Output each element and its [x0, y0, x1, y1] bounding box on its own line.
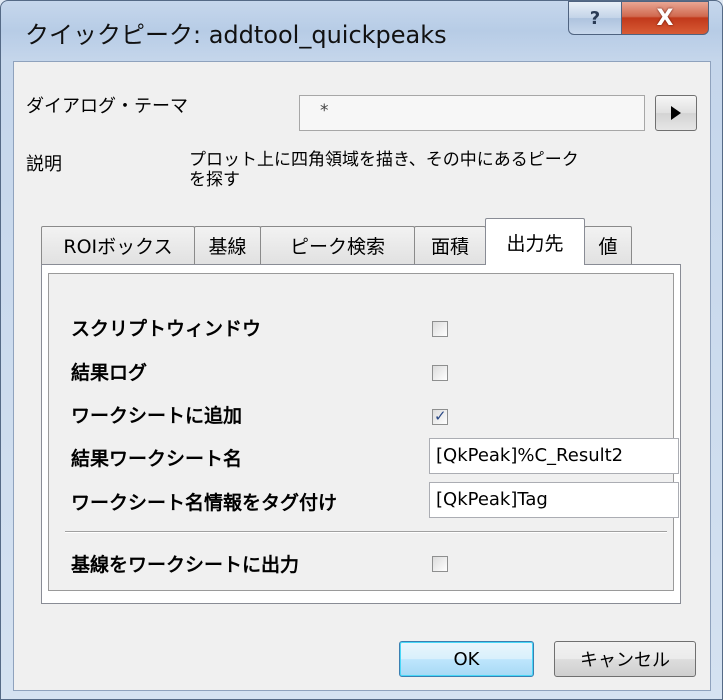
tab-peak-find[interactable]: ピーク検索: [260, 226, 415, 264]
title-bar[interactable]: クイックピーク: addtool_quickpeaks ? X: [1, 1, 722, 61]
script-window-label: スクリプトウィンドウ: [71, 318, 262, 340]
baseline-to-sheet-label: 基線をワークシートに出力: [71, 554, 300, 576]
tab-roi-box[interactable]: ROIボックス: [41, 226, 195, 264]
separator: [65, 531, 667, 533]
output-tab-panel: スクリプトウィンドウ 結果ログ ワークシートに追加 ✓ 結果ワークシート名 [Q…: [41, 264, 681, 604]
check-icon: ✓: [434, 407, 447, 425]
add-to-worksheet-checkbox[interactable]: ✓: [432, 407, 448, 425]
description-line: プロット上に四角領域を描き、その中にあるピーク: [189, 150, 579, 170]
description-text: プロット上に四角領域を描き、その中にあるピーク を探す: [189, 150, 701, 190]
close-icon: X: [656, 5, 674, 31]
tag-sheet-info-label: ワークシート名情報をタグ付け: [71, 492, 338, 514]
tag-sheet-info-field[interactable]: [QkPeak]Tag: [429, 482, 679, 518]
play-arrow-icon: [671, 106, 681, 120]
result-sheet-name-label: 結果ワークシート名: [71, 448, 243, 470]
add-to-worksheet-label: ワークシートに追加: [71, 405, 243, 427]
results-log-label: 結果ログ: [71, 362, 148, 384]
help-icon: ?: [589, 7, 601, 29]
output-group: スクリプトウィンドウ 結果ログ ワークシートに追加 ✓ 結果ワークシート名 [Q…: [48, 273, 679, 591]
dialog-theme-field[interactable]: *: [299, 95, 645, 131]
script-window-checkbox[interactable]: [432, 321, 448, 337]
help-button[interactable]: ?: [568, 1, 622, 35]
result-sheet-name-field[interactable]: [QkPeak]%C_Result2: [429, 438, 679, 474]
close-button[interactable]: X: [621, 1, 709, 35]
dialog-body: ダイアログ・テーマ * 説明 プロット上に四角領域を描き、その中にあるピーク を…: [13, 61, 711, 691]
tab-area[interactable]: 面積: [414, 226, 486, 264]
cancel-button[interactable]: キャンセル: [554, 641, 696, 677]
baseline-to-sheet-checkbox[interactable]: [432, 556, 448, 572]
tab-baseline[interactable]: 基線: [194, 226, 261, 264]
window-title: クイックピーク: addtool_quickpeaks: [25, 21, 447, 49]
description-label: 説明: [26, 154, 62, 175]
ok-button[interactable]: OK: [399, 641, 534, 677]
description-line: を探す: [189, 170, 240, 190]
quick-peaks-dialog: クイックピーク: addtool_quickpeaks ? X ダイアログ・テー…: [0, 0, 723, 700]
dialog-theme-label: ダイアログ・テーマ: [26, 96, 188, 117]
tab-output[interactable]: 出力先: [485, 218, 585, 265]
results-log-checkbox[interactable]: [432, 365, 448, 381]
theme-menu-button[interactable]: [655, 95, 697, 131]
tab-values[interactable]: 値: [584, 226, 632, 264]
